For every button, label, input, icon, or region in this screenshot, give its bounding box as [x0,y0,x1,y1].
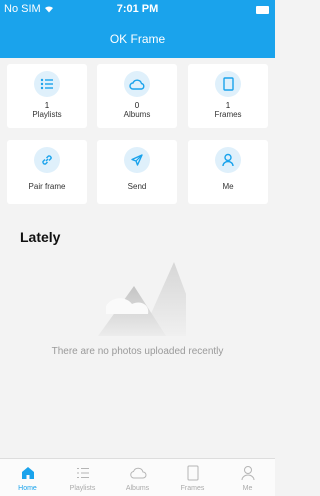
playlists-label: Playlists [32,110,62,119]
tile-frames[interactable]: 1 Frames [188,64,268,128]
frame-icon [215,71,241,97]
pair-frame-button[interactable]: Pair frame [7,140,87,204]
tab-home[interactable]: Home [0,459,55,496]
albums-label: Albums [123,110,151,119]
nav-bar: OK Frame [0,20,275,58]
albums-count: 0 [134,101,140,110]
person-icon [241,464,255,482]
send-button[interactable]: Send [97,140,177,204]
tab-playlists-label: Playlists [69,485,96,492]
person-icon [215,147,241,173]
link-icon [34,147,60,173]
list-icon [34,71,60,97]
page-title: OK Frame [109,32,166,46]
me-label: Me [222,182,234,191]
status-bar: No SIM 7:01 PM [0,0,275,20]
list-icon [76,464,90,482]
me-button[interactable]: Me [188,140,268,204]
cloud-icon [129,464,147,482]
tab-home-label: Home [18,485,37,492]
battery-icon [256,6,269,14]
lately-heading: Lately [20,229,61,245]
send-label: Send [127,182,147,191]
frames-count: 1 [225,101,231,110]
cloud-icon [124,71,150,97]
send-icon [124,147,150,173]
tab-bar: Home Playlists Albums Frames Me [0,458,275,496]
frame-icon [187,464,199,482]
tab-me[interactable]: Me [220,459,275,496]
tab-frames-label: Frames [180,485,205,492]
tab-albums[interactable]: Albums [110,459,165,496]
tile-albums[interactable]: 0 Albums [97,64,177,128]
home-icon [21,464,35,482]
frames-label: Frames [214,110,242,119]
tab-playlists[interactable]: Playlists [55,459,110,496]
tab-frames[interactable]: Frames [165,459,220,496]
playlists-count: 1 [44,101,50,110]
empty-message: There are no photos uploaded recently [51,346,224,357]
pair-frame-label: Pair frame [28,182,66,191]
status-time: 7:01 PM [116,3,159,15]
tile-playlists[interactable]: 1 Playlists [7,64,87,128]
tab-me-label: Me [242,485,253,492]
tab-albums-label: Albums [125,485,150,492]
empty-mountains-icon [98,262,186,336]
